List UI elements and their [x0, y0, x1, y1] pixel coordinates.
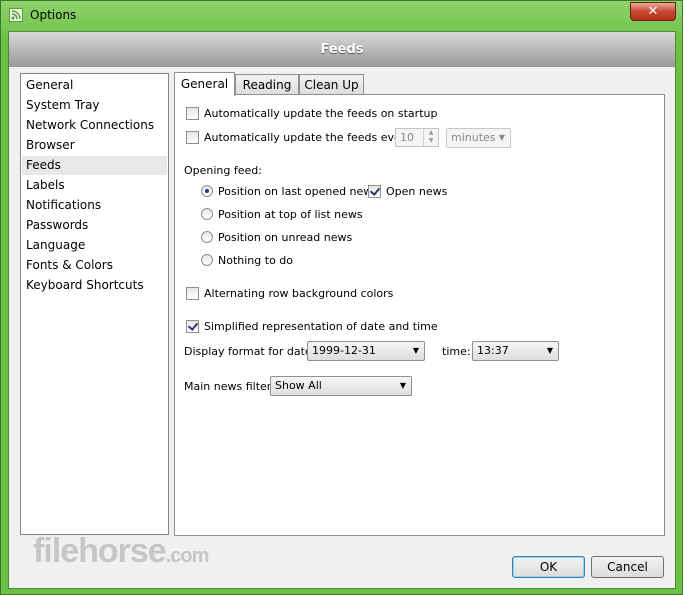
category-item-labels[interactable]: Labels [22, 176, 167, 195]
open-news-row[interactable]: Open news [368, 184, 448, 199]
radio-nothing[interactable]: Nothing to do [201, 254, 293, 267]
radio-label: Nothing to do [218, 254, 294, 267]
update-every-row[interactable]: Automatically update the feeds every [186, 130, 412, 145]
category-item-passwords[interactable]: Passwords [22, 216, 167, 235]
category-item-general[interactable]: General [22, 76, 167, 95]
open-news-label: Open news [386, 185, 448, 198]
radio-label: Position on last opened news [218, 185, 379, 198]
category-item-keyboard-shortcuts[interactable]: Keyboard Shortcuts [22, 276, 167, 295]
date-format-label: Display format for date: [184, 345, 316, 358]
radio-label: Position on unread news [218, 231, 353, 244]
page-title: Feeds [320, 42, 364, 57]
close-button[interactable]: ✕ [630, 2, 676, 21]
category-list[interactable]: General System Tray Network Connections … [20, 73, 169, 535]
update-interval-unit-select[interactable]: minutes ▼ [446, 128, 511, 148]
open-news-checkbox[interactable] [368, 184, 381, 198]
general-tab-panel: Automatically update the feeds on startu… [174, 94, 665, 536]
radio-button[interactable] [201, 185, 213, 197]
news-filter-label: Main news filter: [184, 380, 275, 393]
category-item-feeds[interactable]: Feeds [22, 156, 167, 175]
update-interval-spinbox[interactable]: 10 ▲ ▼ [395, 128, 439, 147]
title-bar[interactable]: Options ✕ [1, 1, 682, 31]
radio-unread[interactable]: Position on unread news [201, 231, 352, 244]
tab-clean-up[interactable]: Clean Up [299, 74, 364, 95]
update-interval-unit-value: minutes [451, 131, 496, 144]
update-on-startup-checkbox[interactable] [186, 106, 199, 120]
filehorse-watermark-logo: filehorse.com [33, 532, 209, 570]
update-interval-value: 10 [400, 131, 414, 144]
time-format-value: 13:37 [477, 344, 509, 357]
update-on-startup-label: Automatically update the feeds on startu… [204, 107, 438, 120]
radio-last-opened[interactable]: Position on last opened news [201, 185, 378, 198]
close-icon: ✕ [647, 4, 659, 19]
chevron-down-icon: ▼ [412, 346, 419, 355]
simplified-date-label: Simplified representation of date and ti… [204, 320, 438, 333]
tab-general[interactable]: General [174, 72, 235, 96]
radio-button[interactable] [201, 254, 213, 266]
update-every-label: Automatically update the feeds every [204, 131, 412, 144]
alternating-rows-checkbox[interactable] [186, 286, 199, 300]
category-item-fonts-colors[interactable]: Fonts & Colors [22, 256, 167, 275]
radio-button[interactable] [201, 231, 213, 243]
chevron-down-icon: ▼ [546, 346, 553, 355]
alternating-rows-row[interactable]: Alternating row background colors [186, 286, 394, 301]
category-item-network-connections[interactable]: Network Connections [22, 116, 167, 135]
news-filter-value: Show All [275, 379, 322, 392]
ok-button[interactable]: OK [512, 556, 585, 578]
options-window: Options ✕ Feeds General System Tray Netw… [0, 0, 683, 595]
category-item-system-tray[interactable]: System Tray [22, 96, 167, 115]
category-item-browser[interactable]: Browser [22, 136, 167, 155]
chevron-down-icon: ▼ [498, 133, 505, 142]
date-format-select[interactable]: 1999-12-31 ▼ [307, 341, 425, 361]
radio-button[interactable] [201, 208, 213, 220]
rss-app-icon [9, 8, 23, 22]
radio-top-of-list[interactable]: Position at top of list news [201, 208, 363, 221]
spin-arrows-icon[interactable]: ▲ ▼ [423, 129, 438, 146]
opening-feed-label: Opening feed: [184, 164, 262, 177]
page-header: Feeds [9, 32, 675, 67]
dialog-client-area: Feeds General System Tray Network Connec… [8, 31, 676, 589]
alternating-rows-label: Alternating row background colors [204, 287, 394, 300]
cancel-button[interactable]: Cancel [591, 556, 664, 578]
simplified-date-checkbox[interactable] [186, 319, 199, 333]
date-format-value: 1999-12-31 [312, 344, 376, 357]
news-filter-select[interactable]: Show All ▼ [270, 376, 412, 396]
time-format-select[interactable]: 13:37 ▼ [472, 341, 559, 361]
time-format-label: time: [442, 345, 471, 358]
category-item-language[interactable]: Language [22, 236, 167, 255]
update-every-checkbox[interactable] [186, 130, 199, 144]
window-title: Options [30, 8, 77, 22]
category-item-notifications[interactable]: Notifications [22, 196, 167, 215]
radio-label: Position at top of list news [218, 208, 363, 221]
simplified-date-row[interactable]: Simplified representation of date and ti… [186, 319, 438, 334]
tab-reading[interactable]: Reading [235, 74, 299, 95]
update-on-startup-row[interactable]: Automatically update the feeds on startu… [186, 106, 438, 121]
chevron-down-icon: ▼ [399, 381, 406, 390]
